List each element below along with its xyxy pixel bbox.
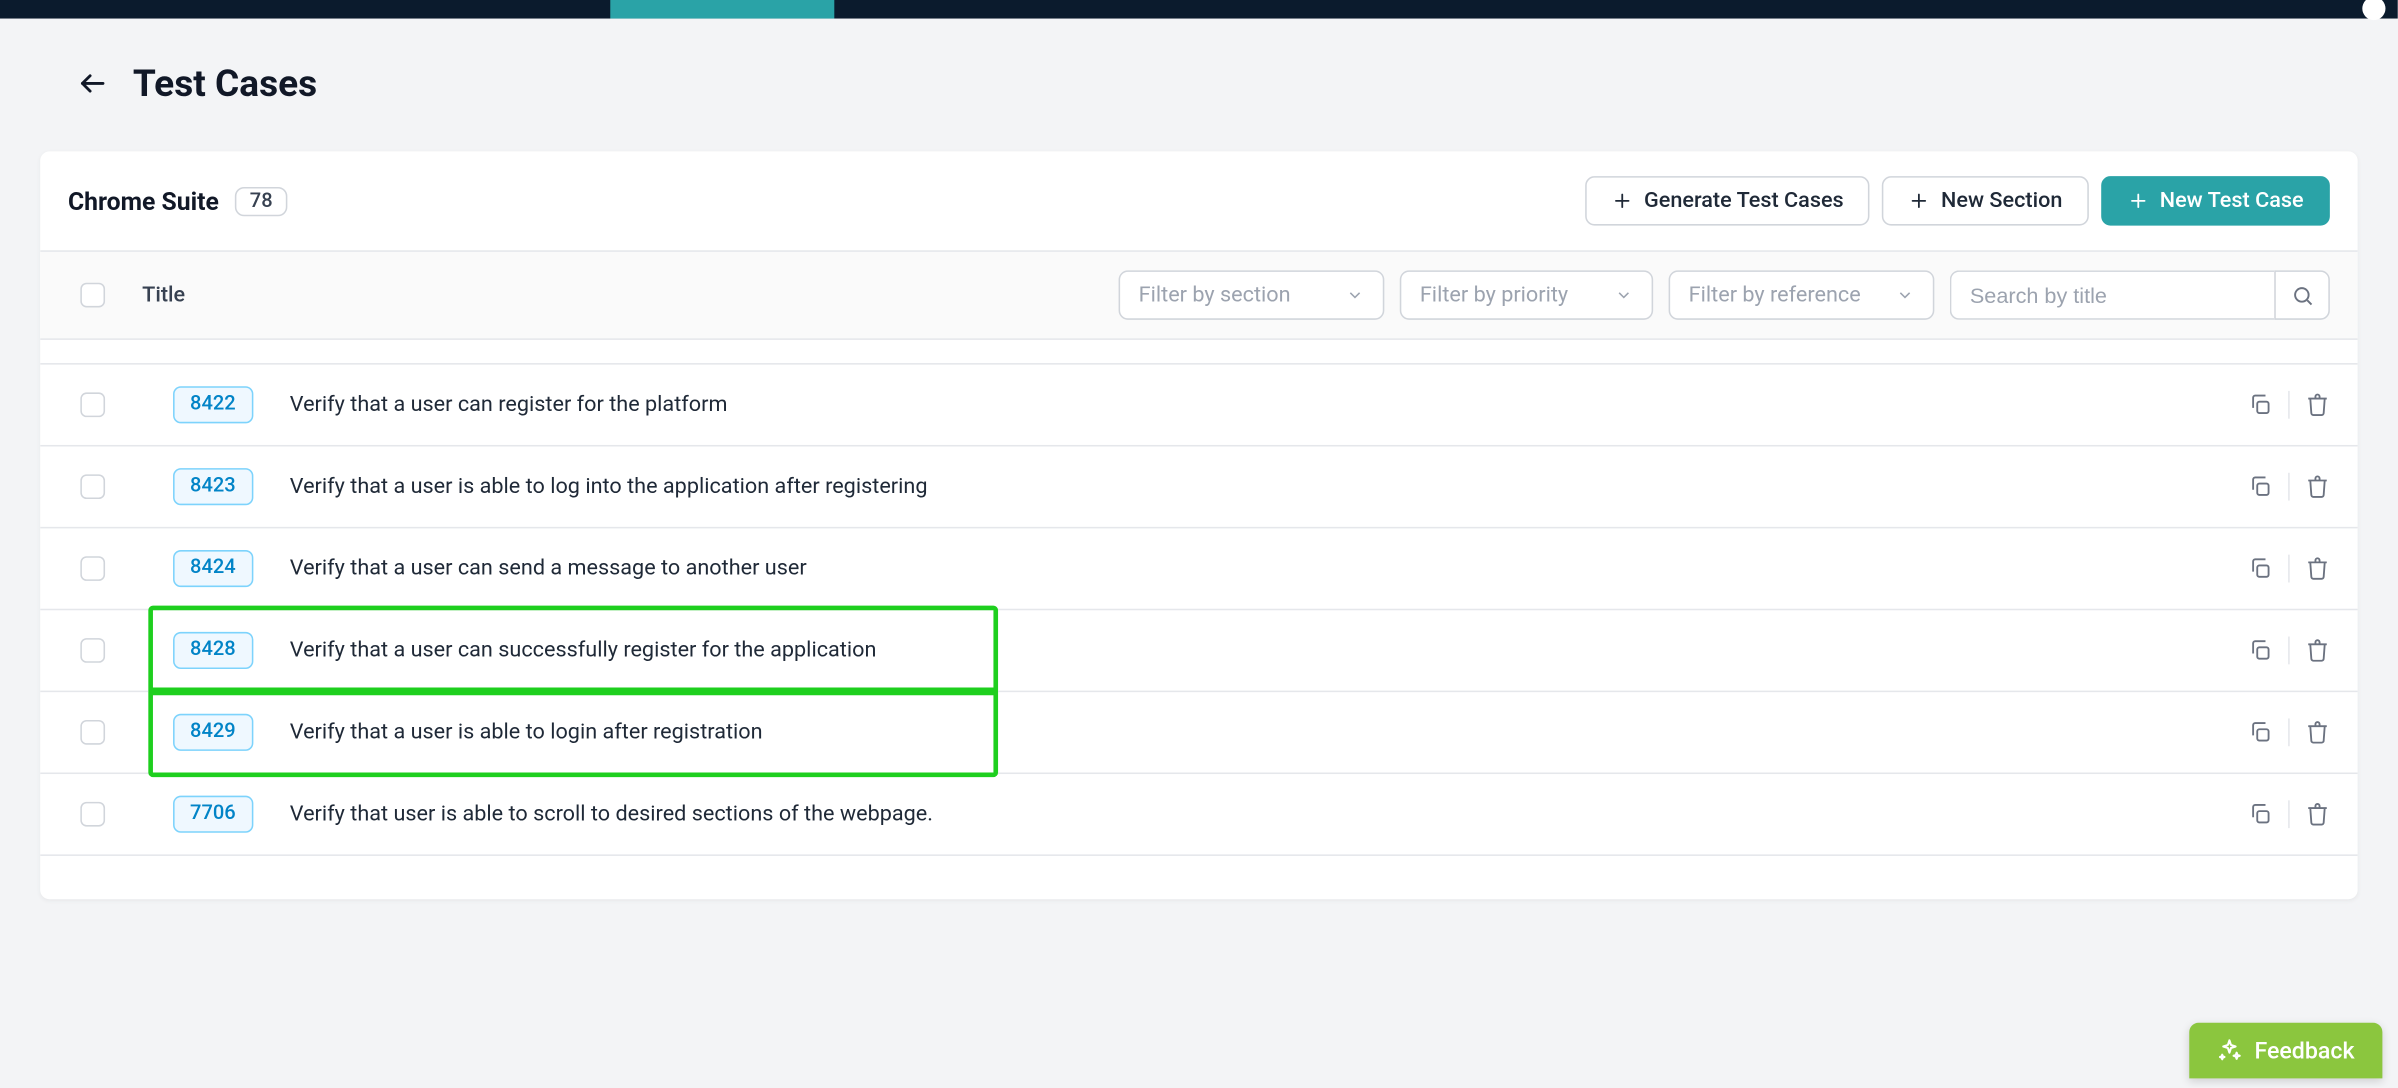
chevron-down-icon (1896, 286, 1915, 305)
copy-icon[interactable] (2248, 802, 2273, 827)
copy-icon[interactable] (2248, 720, 2273, 745)
top-nav-bar (0, 0, 2398, 19)
chevron-down-icon (1346, 286, 1365, 305)
search-wrap (1950, 270, 2330, 319)
table-row[interactable]: 8423 Verify that a user is able to log in… (40, 447, 2358, 529)
table-row[interactable]: 7706 Verify that user is able to scroll t… (40, 774, 2358, 856)
copy-icon[interactable] (2248, 392, 2273, 417)
column-header-title: Title (142, 283, 185, 308)
new-section-button[interactable]: New Section (1882, 176, 2088, 225)
row-actions (2248, 473, 2330, 501)
generate-test-cases-button[interactable]: Generate Test Cases (1585, 176, 1870, 225)
action-divider (2288, 473, 2290, 501)
row-actions (2248, 391, 2330, 419)
row-checkbox[interactable] (80, 720, 105, 745)
test-case-title: Verify that a user is able to log into t… (290, 474, 928, 499)
search-button[interactable] (2274, 270, 2330, 319)
filters-row: Title Filter by section Filter by priori… (40, 250, 2358, 340)
filter-section-select[interactable]: Filter by section (1119, 270, 1385, 319)
avatar[interactable] (2362, 0, 2385, 20)
page-title: Test Cases (133, 62, 317, 105)
back-arrow-icon[interactable] (77, 68, 108, 99)
trash-icon[interactable] (2305, 392, 2330, 417)
filter-reference-placeholder: Filter by reference (1689, 283, 1861, 308)
test-case-title: Verify that a user is able to login afte… (290, 720, 763, 745)
plus-icon (1909, 190, 1931, 212)
trash-icon[interactable] (2305, 802, 2330, 827)
search-input[interactable] (1950, 270, 2274, 319)
plus-icon (1612, 190, 1634, 212)
test-case-title: Verify that user is able to scroll to de… (290, 802, 933, 827)
table-row[interactable]: 8428 Verify that a user can successfully … (40, 610, 2358, 692)
row-actions (2248, 718, 2330, 746)
trash-icon[interactable] (2305, 720, 2330, 745)
copy-icon[interactable] (2248, 556, 2273, 581)
spacer-row (40, 340, 2358, 365)
trash-icon[interactable] (2305, 638, 2330, 663)
trash-icon[interactable] (2305, 556, 2330, 581)
row-checkbox[interactable] (80, 474, 105, 499)
filter-priority-select[interactable]: Filter by priority (1400, 270, 1653, 319)
table-row[interactable]: 8424 Verify that a user can send a messag… (40, 528, 2358, 610)
new-test-case-button[interactable]: New Test Case (2101, 176, 2330, 225)
generate-label: Generate Test Cases (1644, 188, 1844, 213)
chevron-down-icon (1615, 286, 1634, 305)
filter-reference-select[interactable]: Filter by reference (1669, 270, 1935, 319)
action-divider (2288, 718, 2290, 746)
search-icon (2290, 284, 2313, 307)
filter-section-placeholder: Filter by section (1139, 283, 1291, 308)
test-case-id-chip[interactable]: 7706 (173, 796, 253, 833)
row-actions (2248, 800, 2330, 828)
test-case-title: Verify that a user can successfully regi… (290, 638, 877, 663)
card-header: Chrome Suite 78 Generate Test Cases New … (40, 151, 2358, 250)
sparkle-icon (2217, 1038, 2242, 1063)
test-case-id-chip[interactable]: 8428 (173, 632, 253, 669)
row-actions (2248, 637, 2330, 665)
table-row[interactable]: 8422 Verify that a user can register for … (40, 365, 2358, 447)
active-nav-indicator (610, 0, 834, 19)
plus-icon (2127, 190, 2149, 212)
test-case-id-chip[interactable]: 8424 (173, 550, 253, 587)
header-actions: Generate Test Cases New Section New Test… (1585, 176, 2330, 225)
new-test-case-label: New Test Case (2160, 188, 2304, 213)
suite-count-badge: 78 (234, 186, 288, 215)
action-divider (2288, 391, 2290, 419)
suite-name-text: Chrome Suite (68, 186, 219, 215)
row-actions (2248, 555, 2330, 583)
feedback-button[interactable]: Feedback (2190, 1023, 2383, 1079)
copy-icon[interactable] (2248, 474, 2273, 499)
card-footer (40, 856, 2358, 899)
suite-name: Chrome Suite 78 (68, 186, 288, 215)
select-all-checkbox[interactable] (80, 283, 105, 308)
test-case-title: Verify that a user can send a message to… (290, 556, 807, 581)
row-checkbox[interactable] (80, 392, 105, 417)
filter-priority-placeholder: Filter by priority (1420, 283, 1568, 308)
test-cases-card: Chrome Suite 78 Generate Test Cases New … (40, 151, 2358, 899)
test-case-id-chip[interactable]: 8422 (173, 386, 253, 423)
feedback-label: Feedback (2254, 1037, 2354, 1065)
action-divider (2288, 555, 2290, 583)
test-case-id-chip[interactable]: 8429 (173, 714, 253, 751)
trash-icon[interactable] (2305, 474, 2330, 499)
row-checkbox[interactable] (80, 556, 105, 581)
table-row[interactable]: 8429 Verify that a user is able to login … (40, 692, 2358, 774)
row-checkbox[interactable] (80, 638, 105, 663)
test-case-title: Verify that a user can register for the … (290, 392, 728, 417)
copy-icon[interactable] (2248, 638, 2273, 663)
row-checkbox[interactable] (80, 802, 105, 827)
test-case-id-chip[interactable]: 8423 (173, 468, 253, 505)
action-divider (2288, 637, 2290, 665)
page-header: Test Cases (0, 19, 2398, 133)
action-divider (2288, 800, 2290, 828)
new-section-label: New Section (1941, 188, 2062, 213)
